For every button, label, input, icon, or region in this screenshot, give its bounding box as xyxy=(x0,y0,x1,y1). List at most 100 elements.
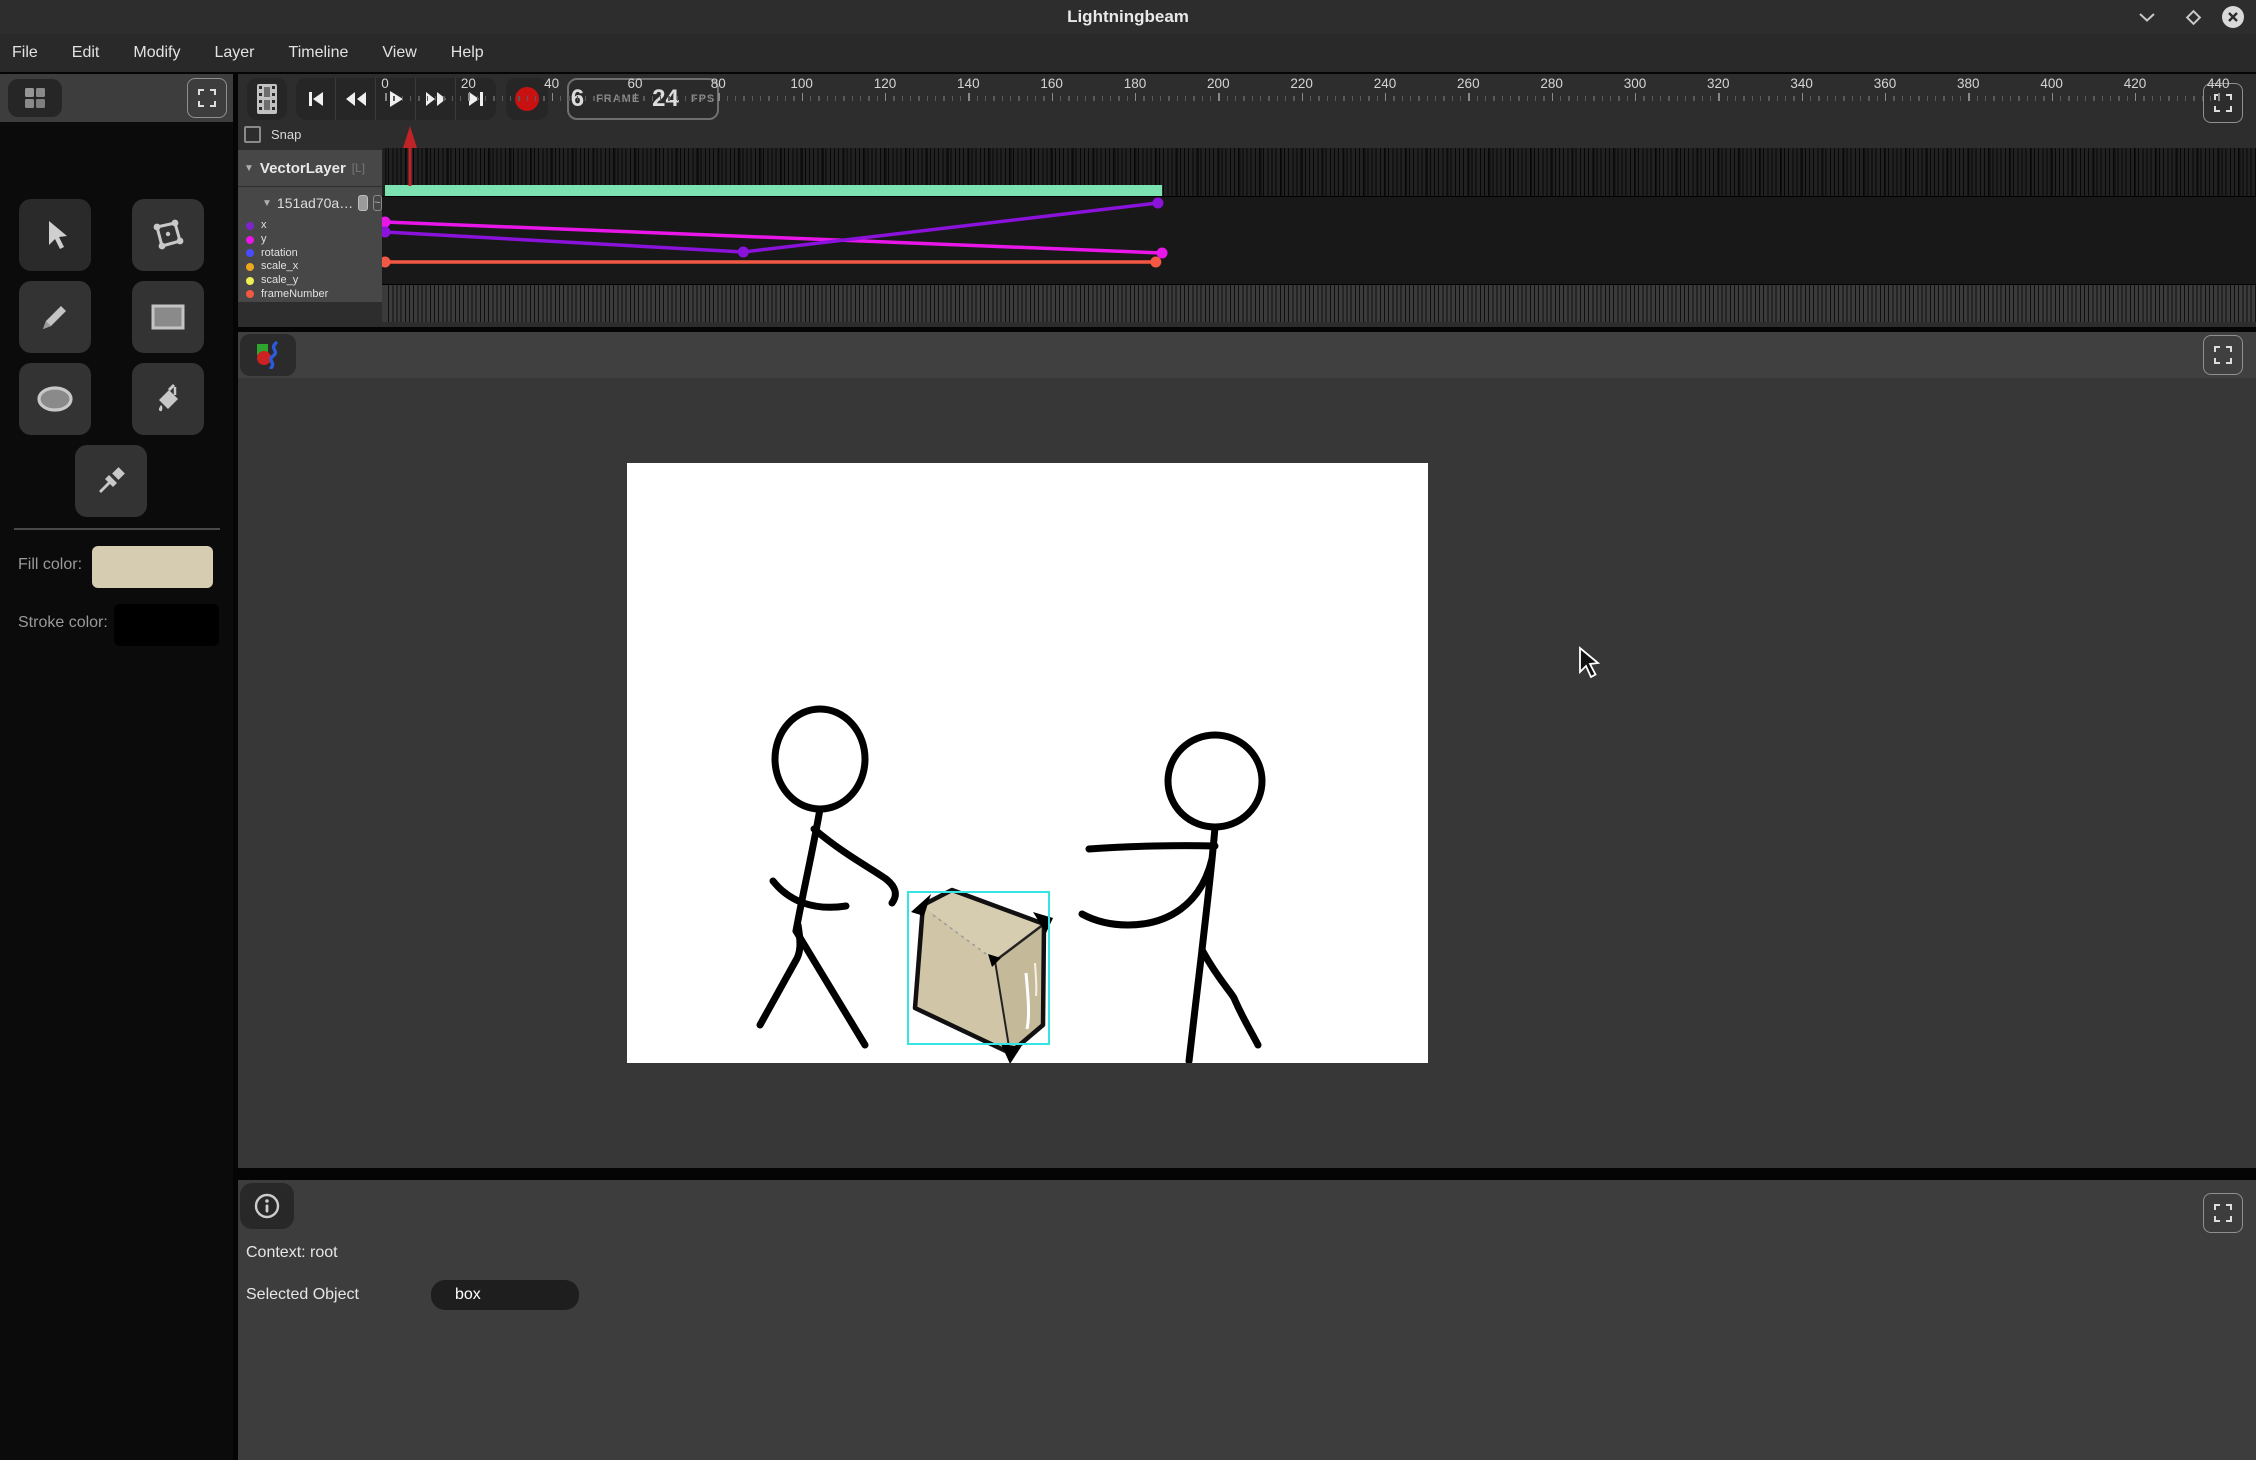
ruler-label: 180 xyxy=(1124,76,1147,91)
tools-expand-button[interactable] xyxy=(187,78,227,118)
fullscreen-icon xyxy=(2214,1204,2232,1222)
tool-transform[interactable] xyxy=(132,199,204,271)
canvas-panel xyxy=(238,332,2256,1168)
chevron-down-icon[interactable]: ▼ xyxy=(244,163,254,174)
close-button[interactable] xyxy=(2221,5,2245,29)
tool-rectangle[interactable] xyxy=(132,281,204,353)
property-row-frame-number[interactable]: frameNumber xyxy=(238,288,382,302)
info-expand-button[interactable] xyxy=(2203,1193,2243,1233)
stick-figure-left[interactable] xyxy=(760,709,895,1045)
fullscreen-icon xyxy=(2214,346,2232,364)
menu-modify[interactable]: Modify xyxy=(133,44,180,62)
close-circle-icon xyxy=(2221,5,2245,29)
grid-icon xyxy=(23,86,47,110)
selected-object-label: Selected Object xyxy=(246,1286,359,1304)
tool-eyedropper[interactable] xyxy=(75,445,147,517)
property-row-scale-y[interactable]: scale_y xyxy=(238,274,382,288)
layer-row-vectorlayer[interactable]: ▼ VectorLayer[L] xyxy=(238,150,382,186)
fill-color-label: Fill color: xyxy=(18,556,82,574)
tools-header xyxy=(0,74,233,122)
x-color-dot xyxy=(246,222,254,230)
shapes-icon xyxy=(254,341,282,369)
snap-row: Snap xyxy=(238,120,382,148)
menu-help[interactable]: Help xyxy=(451,44,484,62)
frame-number-color-dot xyxy=(246,290,254,298)
stage[interactable] xyxy=(627,463,1428,1063)
y-color-dot xyxy=(246,236,254,244)
ruler-label: 160 xyxy=(1040,76,1063,91)
window-title: Lightningbeam xyxy=(0,0,2256,34)
minimize-button[interactable] xyxy=(2135,5,2159,29)
ruler-label: 300 xyxy=(1624,76,1647,91)
timeline-frames-track[interactable] xyxy=(382,148,2256,196)
titlebar: Lightningbeam xyxy=(0,0,2256,34)
stroke-color-label: Stroke color: xyxy=(18,614,108,632)
scale-x-color-dot xyxy=(246,263,254,271)
object-wave-button[interactable]: ~ xyxy=(373,195,382,211)
divider xyxy=(14,528,220,530)
ruler-label: 200 xyxy=(1207,76,1230,91)
timeline-ruler[interactable]: 0204060801001201401601802002202402602803… xyxy=(238,74,2256,148)
menu-file[interactable]: File xyxy=(12,44,38,62)
selected-object-value[interactable]: box xyxy=(431,1280,579,1310)
ruler-label: 360 xyxy=(1874,76,1897,91)
ruler-label: 380 xyxy=(1957,76,1980,91)
ruler-label: 440 xyxy=(2207,76,2230,91)
ruler-label: 420 xyxy=(2124,76,2147,91)
canvas-shapes-button[interactable] xyxy=(240,334,296,376)
ruler-label: 260 xyxy=(1457,76,1480,91)
property-row-x[interactable]: x xyxy=(238,219,382,233)
info-icon xyxy=(254,1193,280,1219)
ellipse-icon xyxy=(35,384,75,414)
object-name: 151ad70a… xyxy=(277,195,353,211)
layer-name: VectorLayer xyxy=(260,160,346,177)
info-button[interactable] xyxy=(240,1183,294,1229)
ruler-label: 400 xyxy=(2040,76,2063,91)
property-row-scale-x[interactable]: scale_x xyxy=(238,260,382,274)
menu-edit[interactable]: Edit xyxy=(72,44,100,62)
menu-view[interactable]: View xyxy=(382,44,416,62)
stick-figure-right[interactable] xyxy=(1082,735,1262,1061)
object-block: ▼ 151ad70a… ~ x y rotation scale_x scale… xyxy=(238,186,382,302)
menu-layer[interactable]: Layer xyxy=(214,44,254,62)
context-line: Context: root xyxy=(246,1244,338,1262)
transform-quad-icon xyxy=(151,219,185,251)
canvas-header xyxy=(238,332,2256,378)
ruler-label: 340 xyxy=(1790,76,1813,91)
fullscreen-icon xyxy=(198,89,216,107)
tool-paint-bucket[interactable] xyxy=(132,363,204,435)
timeline-left-column: Snap ▼ VectorLayer[L] ▼ 151ad70a… ~ x y … xyxy=(238,120,382,327)
rotation-color-dot xyxy=(246,249,254,257)
tool-pencil[interactable] xyxy=(19,281,91,353)
tool-select[interactable] xyxy=(19,199,91,271)
selected-box-object[interactable] xyxy=(911,890,1053,1063)
chevron-down-icon[interactable]: ▼ xyxy=(262,198,272,209)
fill-swatch[interactable] xyxy=(92,546,213,588)
ruler-label: 320 xyxy=(1707,76,1730,91)
selected-object-row: Selected Object box xyxy=(246,1280,579,1310)
ruler-label: 40 xyxy=(544,76,559,91)
ruler-label: 0 xyxy=(381,76,389,91)
property-row-y[interactable]: y xyxy=(238,233,382,247)
stroke-swatch[interactable] xyxy=(114,604,219,646)
ruler-label: 100 xyxy=(790,76,813,91)
ruler-label: 120 xyxy=(874,76,897,91)
ruler-label: 280 xyxy=(1540,76,1563,91)
chevron-down-icon xyxy=(2139,13,2155,22)
menu-timeline[interactable]: Timeline xyxy=(289,44,349,62)
ruler-label: 80 xyxy=(711,76,726,91)
canvas-expand-button[interactable] xyxy=(2203,335,2243,375)
rectangle-icon xyxy=(150,303,186,331)
maximize-button[interactable] xyxy=(2181,5,2205,29)
paint-bucket-icon xyxy=(152,383,184,415)
snap-checkbox[interactable] xyxy=(244,126,261,143)
timeline-empty-track[interactable] xyxy=(382,285,2256,322)
timeline-curves-area[interactable] xyxy=(382,196,2256,285)
tools-sidebar: Fill color: Stroke color: xyxy=(0,74,233,1460)
property-row-rotation[interactable]: rotation xyxy=(238,246,382,260)
tool-grid-button[interactable] xyxy=(8,79,62,117)
object-row-151ad70a[interactable]: ▼ 151ad70a… ~ xyxy=(238,187,382,219)
tool-ellipse[interactable] xyxy=(19,363,91,435)
diamond-icon xyxy=(2184,8,2202,26)
object-visibility-button[interactable] xyxy=(358,195,367,211)
